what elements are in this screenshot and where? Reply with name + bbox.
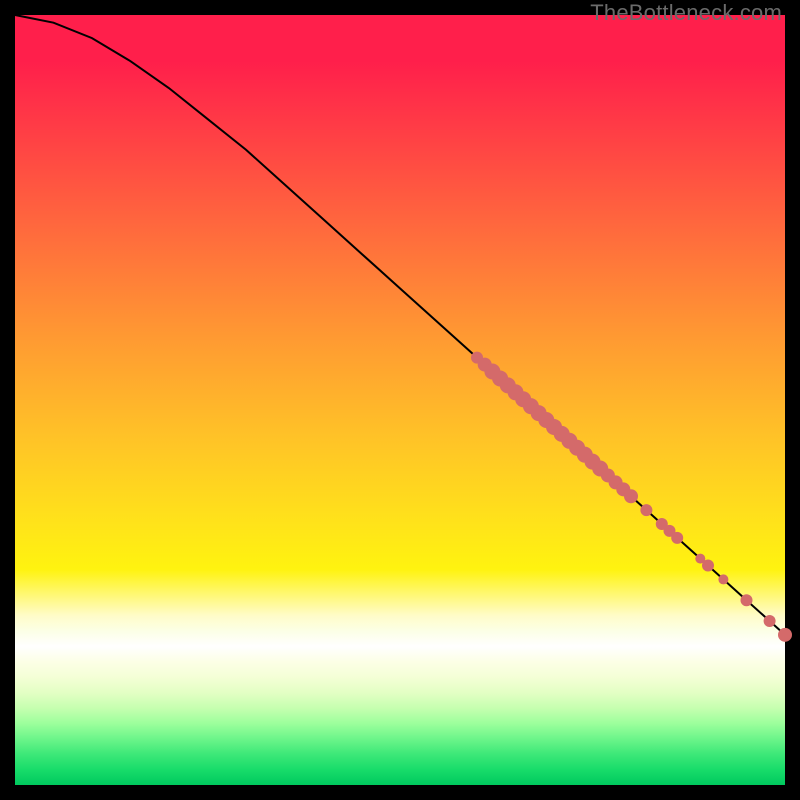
watermark-text: TheBottleneck.com [590, 0, 782, 26]
data-point [702, 560, 714, 572]
bottleneck-curve [15, 15, 785, 635]
data-point [778, 628, 792, 642]
data-point [640, 504, 652, 516]
data-point [718, 574, 728, 584]
chart-overlay-svg [15, 15, 785, 785]
data-point [624, 489, 638, 503]
highlight-cluster [471, 352, 792, 642]
data-point [764, 615, 776, 627]
data-point [741, 594, 753, 606]
chart-stage: TheBottleneck.com [0, 0, 800, 800]
data-point [671, 532, 683, 544]
